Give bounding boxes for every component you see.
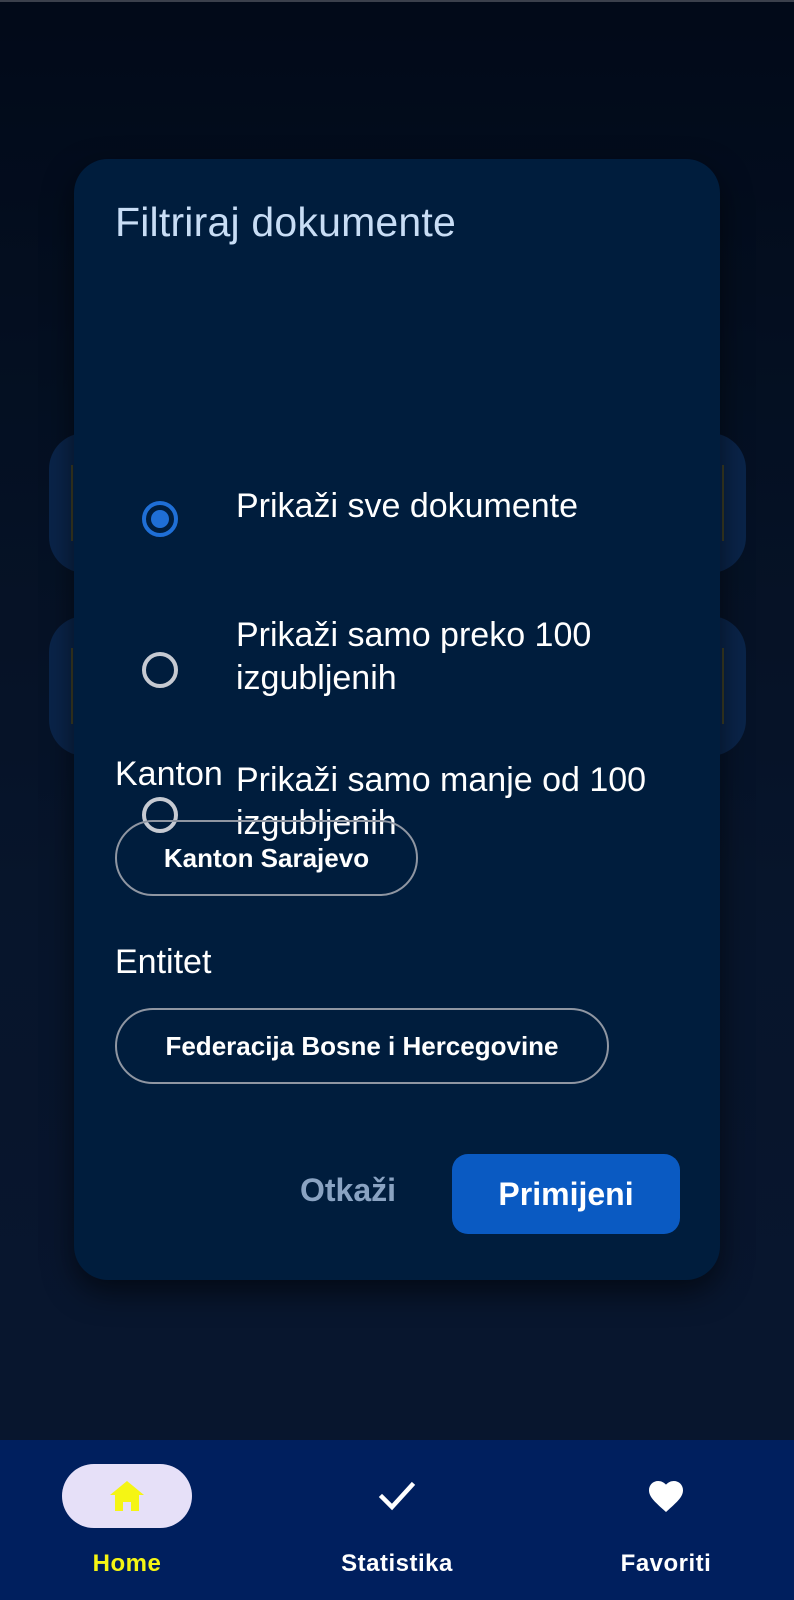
radio-button[interactable] xyxy=(142,652,178,688)
nav-label-home: Home xyxy=(92,1550,162,1577)
kanton-label: Kanton xyxy=(115,755,223,793)
heart-icon xyxy=(649,1481,683,1512)
nav-item-favoriti[interactable]: Favoriti xyxy=(564,1440,764,1600)
cancel-button[interactable]: Otkaži xyxy=(284,1152,412,1228)
nav-label-favoriti: Favoriti xyxy=(620,1550,712,1577)
nav-item-home[interactable]: Home xyxy=(25,1440,225,1600)
bottom-navigation: Home Statistika Favoriti xyxy=(0,1440,794,1600)
kanton-select-button[interactable]: Kanton Sarajevo xyxy=(115,820,418,896)
dialog-title: Filtriraj dokumente xyxy=(115,199,457,245)
nav-item-statistika[interactable]: Statistika xyxy=(295,1440,495,1600)
nav-label-statistika: Statistika xyxy=(341,1550,453,1577)
home-icon xyxy=(110,1481,144,1511)
apply-button[interactable]: Primijeni xyxy=(452,1154,680,1234)
radio-button-checked[interactable] xyxy=(142,501,178,537)
entitet-select-button[interactable]: Federacija Bosne i Hercegovine xyxy=(115,1008,609,1084)
check-icon xyxy=(378,1481,416,1511)
filter-dialog: Filtriraj dokumente Prikaži sve dokument… xyxy=(74,159,720,1280)
filter-option-label: Prikaži samo preko 100 izgubljenih xyxy=(236,616,592,697)
entitet-label: Entitet xyxy=(115,943,212,981)
filter-option-label: Prikaži sve dokumente xyxy=(236,487,579,525)
